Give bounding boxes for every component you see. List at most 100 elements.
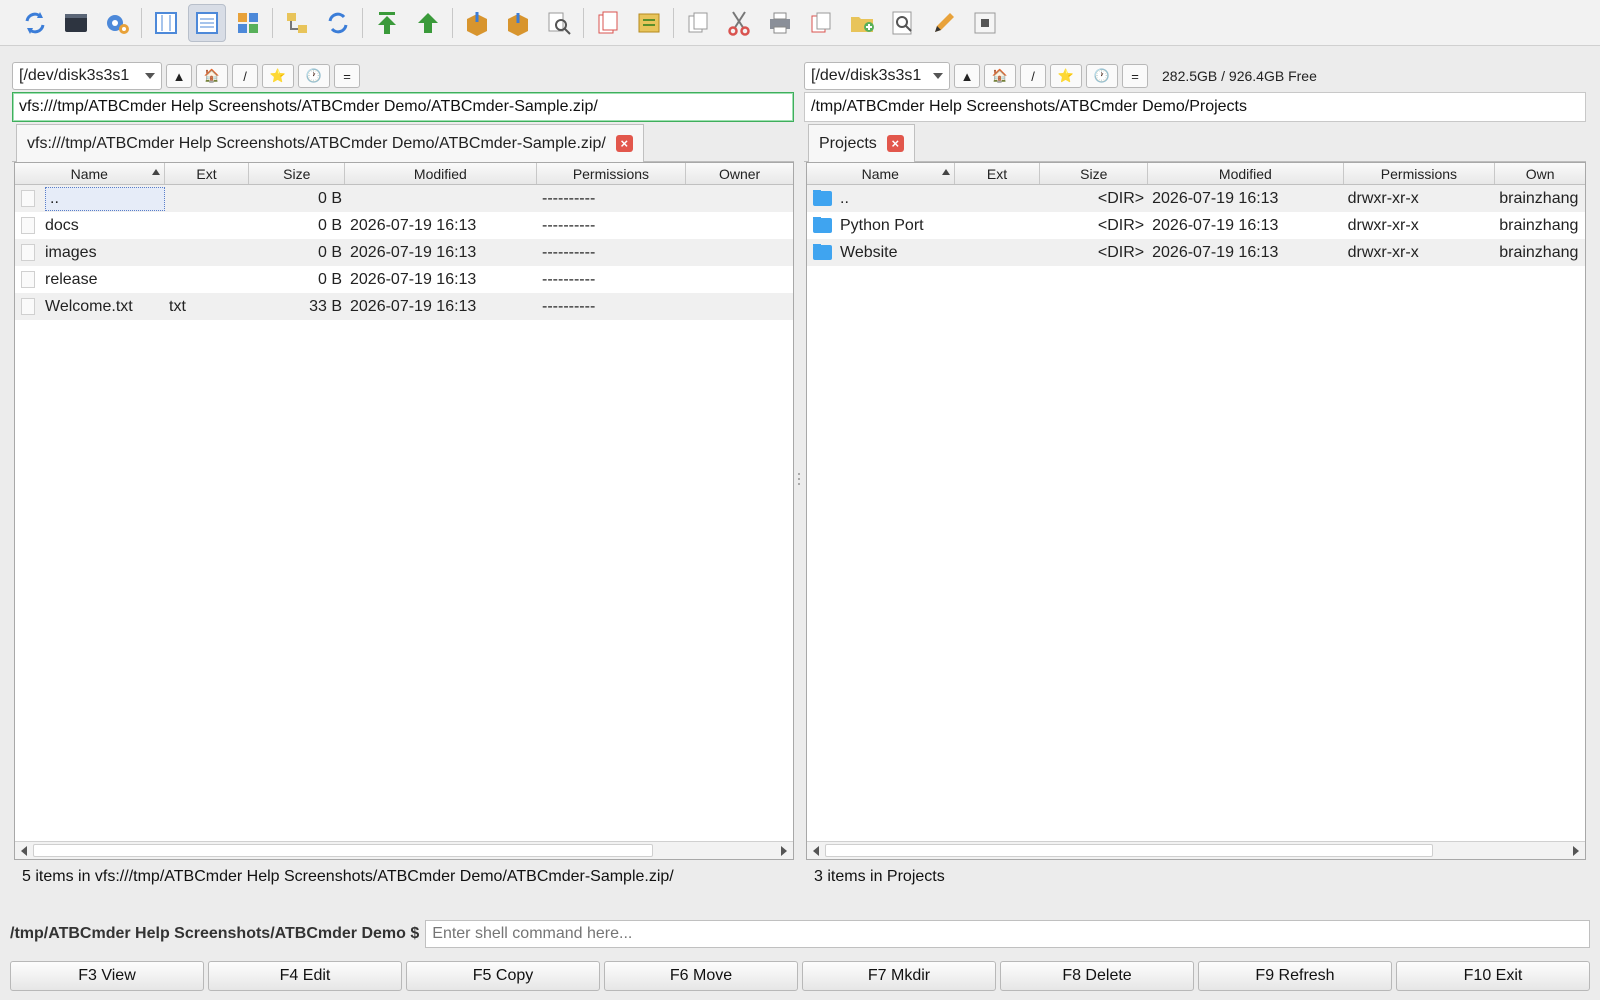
- file-ext: txt: [169, 297, 186, 315]
- sync-dirs-icon[interactable]: [319, 4, 357, 42]
- f10-exit-button[interactable]: F10 Exit: [1396, 961, 1590, 991]
- scroll-thumb[interactable]: [825, 844, 1433, 857]
- pack-icon[interactable]: [458, 4, 496, 42]
- print-icon[interactable]: [761, 4, 799, 42]
- f4-edit-button[interactable]: F4 Edit: [208, 961, 402, 991]
- new-folder-icon[interactable]: [843, 4, 881, 42]
- left-path-input[interactable]: vfs:///tmp/ATBCmder Help Screenshots/ATB…: [12, 92, 794, 122]
- right-drive-label: [/dev/disk3s3s1: [811, 67, 922, 84]
- thumbnail-view-icon[interactable]: [229, 4, 267, 42]
- right-up-button[interactable]: ▲: [954, 64, 980, 88]
- right-equal-button[interactable]: =: [1122, 64, 1148, 88]
- f7-mkdir-button[interactable]: F7 Mkdir: [802, 961, 996, 991]
- edit-icon[interactable]: [925, 4, 963, 42]
- right-favorites-button[interactable]: ⭐: [1050, 64, 1082, 88]
- table-row[interactable]: .. <DIR> 2026-07-19 16:13 drwxr-xr-x bra…: [807, 185, 1585, 212]
- go-up-icon[interactable]: [409, 4, 447, 42]
- file-size: 0 B: [317, 270, 342, 288]
- right-file-list[interactable]: Name Ext Size Modified Permissions Own .…: [806, 162, 1586, 860]
- f9-refresh-button[interactable]: F9 Refresh: [1198, 961, 1392, 991]
- left-equal-button[interactable]: =: [334, 64, 360, 88]
- table-row[interactable]: release 0 B 2026-07-19 16:13 ----------: [15, 266, 793, 293]
- column-header-owner[interactable]: Owner: [686, 163, 793, 184]
- file-modified: 2026-07-19 16:13: [350, 216, 477, 234]
- column-header-permissions[interactable]: Permissions: [1344, 163, 1496, 184]
- paste-icon[interactable]: [802, 4, 840, 42]
- right-root-button[interactable]: /: [1020, 64, 1046, 88]
- settings-icon[interactable]: [98, 4, 136, 42]
- scroll-left-icon[interactable]: [813, 846, 819, 856]
- toolbar-separator: [452, 7, 453, 38]
- right-tab[interactable]: Projects ×: [808, 124, 915, 162]
- right-path-input[interactable]: /tmp/ATBCmder Help Screenshots/ATBCmder …: [804, 92, 1586, 122]
- file-permissions: ----------: [542, 243, 596, 261]
- scroll-right-icon[interactable]: [781, 846, 787, 856]
- cut-icon[interactable]: [720, 4, 758, 42]
- file-permissions: ----------: [542, 297, 596, 315]
- right-tabbar: Projects ×: [804, 124, 1586, 162]
- left-history-button[interactable]: 🕐: [298, 64, 330, 88]
- left-file-list[interactable]: Name Ext Size Modified Permissions Owner…: [14, 162, 794, 860]
- right-horizontal-scrollbar[interactable]: [807, 841, 1585, 859]
- left-root-button[interactable]: /: [232, 64, 258, 88]
- close-icon[interactable]: ×: [615, 135, 633, 152]
- terminal-icon[interactable]: [57, 4, 95, 42]
- scroll-right-icon[interactable]: [1573, 846, 1579, 856]
- left-drive-selector[interactable]: [/dev/disk3s3s1: [12, 62, 162, 90]
- unpack-icon[interactable]: [499, 4, 537, 42]
- find-icon[interactable]: [540, 4, 578, 42]
- brief-view-icon[interactable]: [147, 4, 185, 42]
- table-row[interactable]: Website <DIR> 2026-07-19 16:13 drwxr-xr-…: [807, 239, 1585, 266]
- f6-move-button[interactable]: F6 Move: [604, 961, 798, 991]
- properties-icon[interactable]: [966, 4, 1004, 42]
- copy-icon[interactable]: [679, 4, 717, 42]
- right-status-text: 3 items in Projects: [814, 868, 945, 885]
- panel-splitter[interactable]: [797, 470, 801, 496]
- file-size: <DIR>: [1097, 216, 1145, 234]
- preview-icon[interactable]: [884, 4, 922, 42]
- file-owner: brainzhang: [1499, 216, 1579, 234]
- new-tab-icon[interactable]: [589, 4, 627, 42]
- column-header-name[interactable]: Name: [15, 163, 165, 184]
- right-home-button[interactable]: 🏠: [984, 64, 1016, 88]
- left-favorites-button[interactable]: ⭐: [262, 64, 294, 88]
- table-row[interactable]: .. 0 B ----------: [15, 185, 793, 212]
- refresh-icon[interactable]: [16, 4, 54, 42]
- column-header-ext[interactable]: Ext: [165, 163, 250, 184]
- left-tab[interactable]: vfs:///tmp/ATBCmder Help Screenshots/ATB…: [16, 124, 644, 162]
- table-row[interactable]: Python Port <DIR> 2026-07-19 16:13 drwxr…: [807, 212, 1585, 239]
- scroll-thumb[interactable]: [33, 844, 653, 857]
- detailed-view-icon[interactable]: [188, 3, 226, 42]
- file-icon: [21, 298, 35, 315]
- command-line: /tmp/ATBCmder Help Screenshots/ATBCmder …: [10, 920, 1590, 948]
- bookmark-icon[interactable]: [630, 4, 668, 42]
- compare-dirs-icon[interactable]: [278, 4, 316, 42]
- column-header-modified[interactable]: Modified: [1148, 163, 1344, 184]
- left-home-button[interactable]: 🏠: [196, 64, 228, 88]
- column-header-ext[interactable]: Ext: [955, 163, 1041, 184]
- table-row[interactable]: images 0 B 2026-07-19 16:13 ----------: [15, 239, 793, 266]
- go-root-icon[interactable]: [368, 4, 406, 42]
- column-header-size[interactable]: Size: [1040, 163, 1149, 184]
- scroll-left-icon[interactable]: [21, 846, 27, 856]
- right-history-button[interactable]: 🕐: [1086, 64, 1118, 88]
- left-header-row: Name Ext Size Modified Permissions Owner: [15, 163, 793, 185]
- right-drive-selector[interactable]: [/dev/disk3s3s1: [804, 62, 950, 90]
- f8-delete-button[interactable]: F8 Delete: [1000, 961, 1194, 991]
- column-header-modified[interactable]: Modified: [345, 163, 537, 184]
- table-row[interactable]: Welcome.txt txt 33 B 2026-07-19 16:13 --…: [15, 293, 793, 320]
- close-icon[interactable]: ×: [886, 135, 904, 152]
- file-size: 0 B: [317, 243, 342, 261]
- column-header-name[interactable]: Name: [807, 163, 955, 184]
- column-header-size[interactable]: Size: [249, 163, 346, 184]
- f5-copy-button[interactable]: F5 Copy: [406, 961, 600, 991]
- left-horizontal-scrollbar[interactable]: [15, 841, 793, 859]
- chevron-down-icon: [145, 73, 155, 79]
- f3-view-button[interactable]: F3 View: [10, 961, 204, 991]
- column-header-permissions[interactable]: Permissions: [537, 163, 687, 184]
- shell-command-input[interactable]: [425, 920, 1590, 948]
- table-row[interactable]: docs 0 B 2026-07-19 16:13 ----------: [15, 212, 793, 239]
- file-modified: 2026-07-19 16:13: [350, 243, 477, 261]
- column-header-owner[interactable]: Own: [1495, 163, 1585, 184]
- left-up-button[interactable]: ▲: [166, 64, 192, 88]
